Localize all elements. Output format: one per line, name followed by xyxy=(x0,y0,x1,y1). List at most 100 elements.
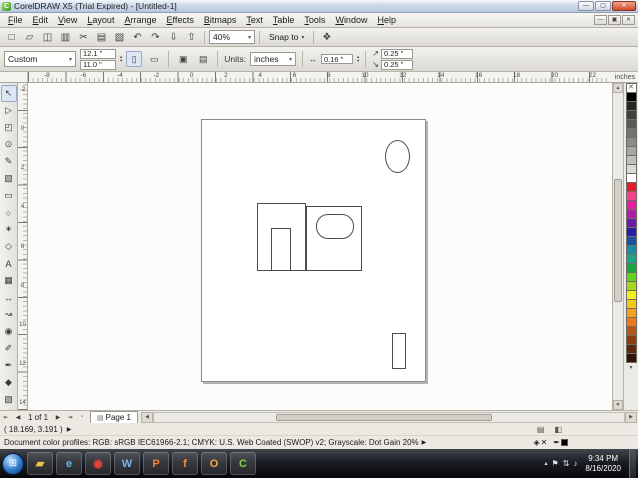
close-button[interactable]: ✕ xyxy=(612,1,636,11)
portrait-button[interactable]: ▯ xyxy=(126,51,143,67)
next-page-button[interactable]: ▶ xyxy=(52,412,64,423)
all-pages-button[interactable]: ▣ xyxy=(175,51,191,67)
pick-tool[interactable]: ↖ xyxy=(0,85,17,102)
outlook-icon[interactable]: O xyxy=(201,452,227,475)
nudge-spinner[interactable]: ▴ ▾ xyxy=(357,54,359,64)
menu-item[interactable]: Table xyxy=(268,14,300,26)
connector-tool[interactable]: ↝ xyxy=(1,306,17,323)
cut-button[interactable]: ✂ xyxy=(75,29,92,45)
eyedropper-tool[interactable]: ✐ xyxy=(1,340,17,357)
basic-shapes-tool[interactable]: ◇ xyxy=(1,238,17,255)
minimize-button[interactable]: — xyxy=(578,1,594,11)
status-expand-icon[interactable]: ▶ xyxy=(67,426,72,433)
smart-fill-tool[interactable]: ▧ xyxy=(1,170,17,187)
zoom-level-combo[interactable]: 40% ▾ xyxy=(209,30,255,44)
interactive-fill-tool[interactable]: ▨ xyxy=(1,391,17,408)
menu-item[interactable]: File xyxy=(3,14,28,26)
rectangle-small-shape[interactable] xyxy=(392,333,406,369)
save-button[interactable]: ◫ xyxy=(39,29,56,45)
maximize-button[interactable]: ▢ xyxy=(595,1,611,11)
menu-item[interactable]: Arrange xyxy=(119,14,161,26)
coreldraw-icon[interactable]: C xyxy=(230,452,256,475)
blend-tool[interactable]: ◉ xyxy=(1,323,17,340)
export-button[interactable]: ⇧ xyxy=(183,29,200,45)
network-icon[interactable]: ⇅ xyxy=(563,459,570,468)
powerpoint-icon[interactable]: P xyxy=(143,452,169,475)
nudge-offset-field[interactable]: 0.16 " xyxy=(321,54,353,64)
scrollbar-thumb[interactable] xyxy=(614,178,622,302)
page-tab[interactable]: ▤ Page 1 xyxy=(90,411,138,423)
options-launcher-button[interactable]: ❖ xyxy=(318,29,335,45)
scroll-down-icon[interactable]: ▼ xyxy=(613,400,623,410)
folder-icon[interactable]: ▰ xyxy=(27,452,53,475)
shape-tool[interactable]: ▷ xyxy=(1,102,17,119)
scroll-up-icon[interactable]: ▲ xyxy=(613,83,623,93)
add-page-button[interactable]: ▫ xyxy=(76,412,88,423)
word-icon[interactable]: W xyxy=(114,452,140,475)
zoom-tool[interactable]: ⊙ xyxy=(1,136,17,153)
scroll-left-icon[interactable]: ◀ xyxy=(141,411,153,423)
chrome-icon[interactable]: ◉ xyxy=(85,452,111,475)
horizontal-scroll-track[interactable] xyxy=(153,411,625,423)
ruler-origin-corner[interactable] xyxy=(0,72,28,82)
palette-scroll-down-icon[interactable]: ▾ xyxy=(629,364,632,371)
color-proof-status-icon[interactable]: ◧ xyxy=(554,425,562,434)
import-button[interactable]: ⇩ xyxy=(165,29,182,45)
start-button[interactable]: ⊞ xyxy=(2,452,24,475)
polygon-tool[interactable]: ✶ xyxy=(1,221,17,238)
rounded-rectangle-shape[interactable] xyxy=(316,214,354,239)
table-tool[interactable]: ▦ xyxy=(1,272,17,289)
volume-icon[interactable]: ♪ xyxy=(573,459,577,468)
first-page-button[interactable]: ⇤ xyxy=(0,412,12,423)
horizontal-scrollbar[interactable]: ◀ ▶ xyxy=(141,411,637,423)
crop-tool[interactable]: ◰ xyxy=(1,119,17,136)
menu-item[interactable]: Help xyxy=(372,14,401,26)
drawing-page[interactable] xyxy=(201,119,426,382)
menu-item[interactable]: View xyxy=(53,14,82,26)
open-button[interactable]: ▱ xyxy=(21,29,38,45)
action-center-icon[interactable]: ⚑ xyxy=(552,459,559,468)
spin-down-icon[interactable]: ▾ xyxy=(357,58,359,64)
scroll-right-icon[interactable]: ▶ xyxy=(625,411,637,423)
internet-explorer-icon[interactable]: e xyxy=(56,452,82,475)
menu-item[interactable]: Layout xyxy=(82,14,119,26)
ellipse-tool[interactable]: ○ xyxy=(1,204,17,221)
spin-down-icon[interactable]: ▾ xyxy=(120,58,122,64)
paper-width-field[interactable]: 12.1 " xyxy=(80,48,116,59)
outline-pen-tool[interactable]: ✒ xyxy=(1,357,17,374)
redo-button[interactable]: ↷ xyxy=(147,29,164,45)
color-swatch[interactable] xyxy=(625,353,637,363)
duplicate-y-field[interactable]: 0.25 " xyxy=(380,59,413,70)
rectangle-door-shape[interactable] xyxy=(271,228,291,271)
menu-item[interactable]: Text xyxy=(241,14,268,26)
document-minimize-button[interactable]: — xyxy=(594,15,607,25)
text-tool[interactable]: A xyxy=(1,255,17,272)
status-expand-icon[interactable]: ▶ xyxy=(422,439,427,446)
landscape-button[interactable]: ▭ xyxy=(146,51,162,67)
paste-button[interactable]: ▧ xyxy=(111,29,128,45)
units-combo[interactable]: inches ▾ xyxy=(250,52,296,66)
document-close-button[interactable]: ✕ xyxy=(622,15,635,25)
vertical-scrollbar[interactable]: ▲ ▼ xyxy=(612,83,623,410)
menu-item[interactable]: Edit xyxy=(28,14,54,26)
scrollbar-thumb[interactable] xyxy=(276,413,493,421)
clock[interactable]: 9:34 PM 8/16/2020 xyxy=(581,454,625,473)
rectangle-tool[interactable]: ▭ xyxy=(1,187,17,204)
drawing-canvas[interactable] xyxy=(28,83,612,410)
vertical-ruler[interactable]: -2 0 2 4 6 8 10 12 14 xyxy=(18,83,28,410)
menu-item[interactable]: Effects xyxy=(161,14,198,26)
fill-tool[interactable]: ◆ xyxy=(1,374,17,391)
show-desktop-button[interactable] xyxy=(629,449,636,478)
firefox-icon[interactable]: f xyxy=(172,452,198,475)
vertical-scroll-track[interactable] xyxy=(613,93,623,400)
last-page-button[interactable]: ⇥ xyxy=(64,412,76,423)
duplicate-x-field[interactable]: 0.25 " xyxy=(380,48,413,59)
new-document-button[interactable]: □ xyxy=(3,29,20,45)
current-page-button[interactable]: ▤ xyxy=(195,51,211,67)
paper-size-spinner[interactable]: ▴ ▾ xyxy=(120,54,122,64)
ellipse-shape[interactable] xyxy=(385,140,410,173)
page-size-preset-combo[interactable]: Custom ▾ xyxy=(4,51,76,67)
show-hidden-icons-button[interactable]: ▴ xyxy=(545,460,548,467)
undo-button[interactable]: ↶ xyxy=(129,29,146,45)
menu-item[interactable]: Tools xyxy=(299,14,330,26)
